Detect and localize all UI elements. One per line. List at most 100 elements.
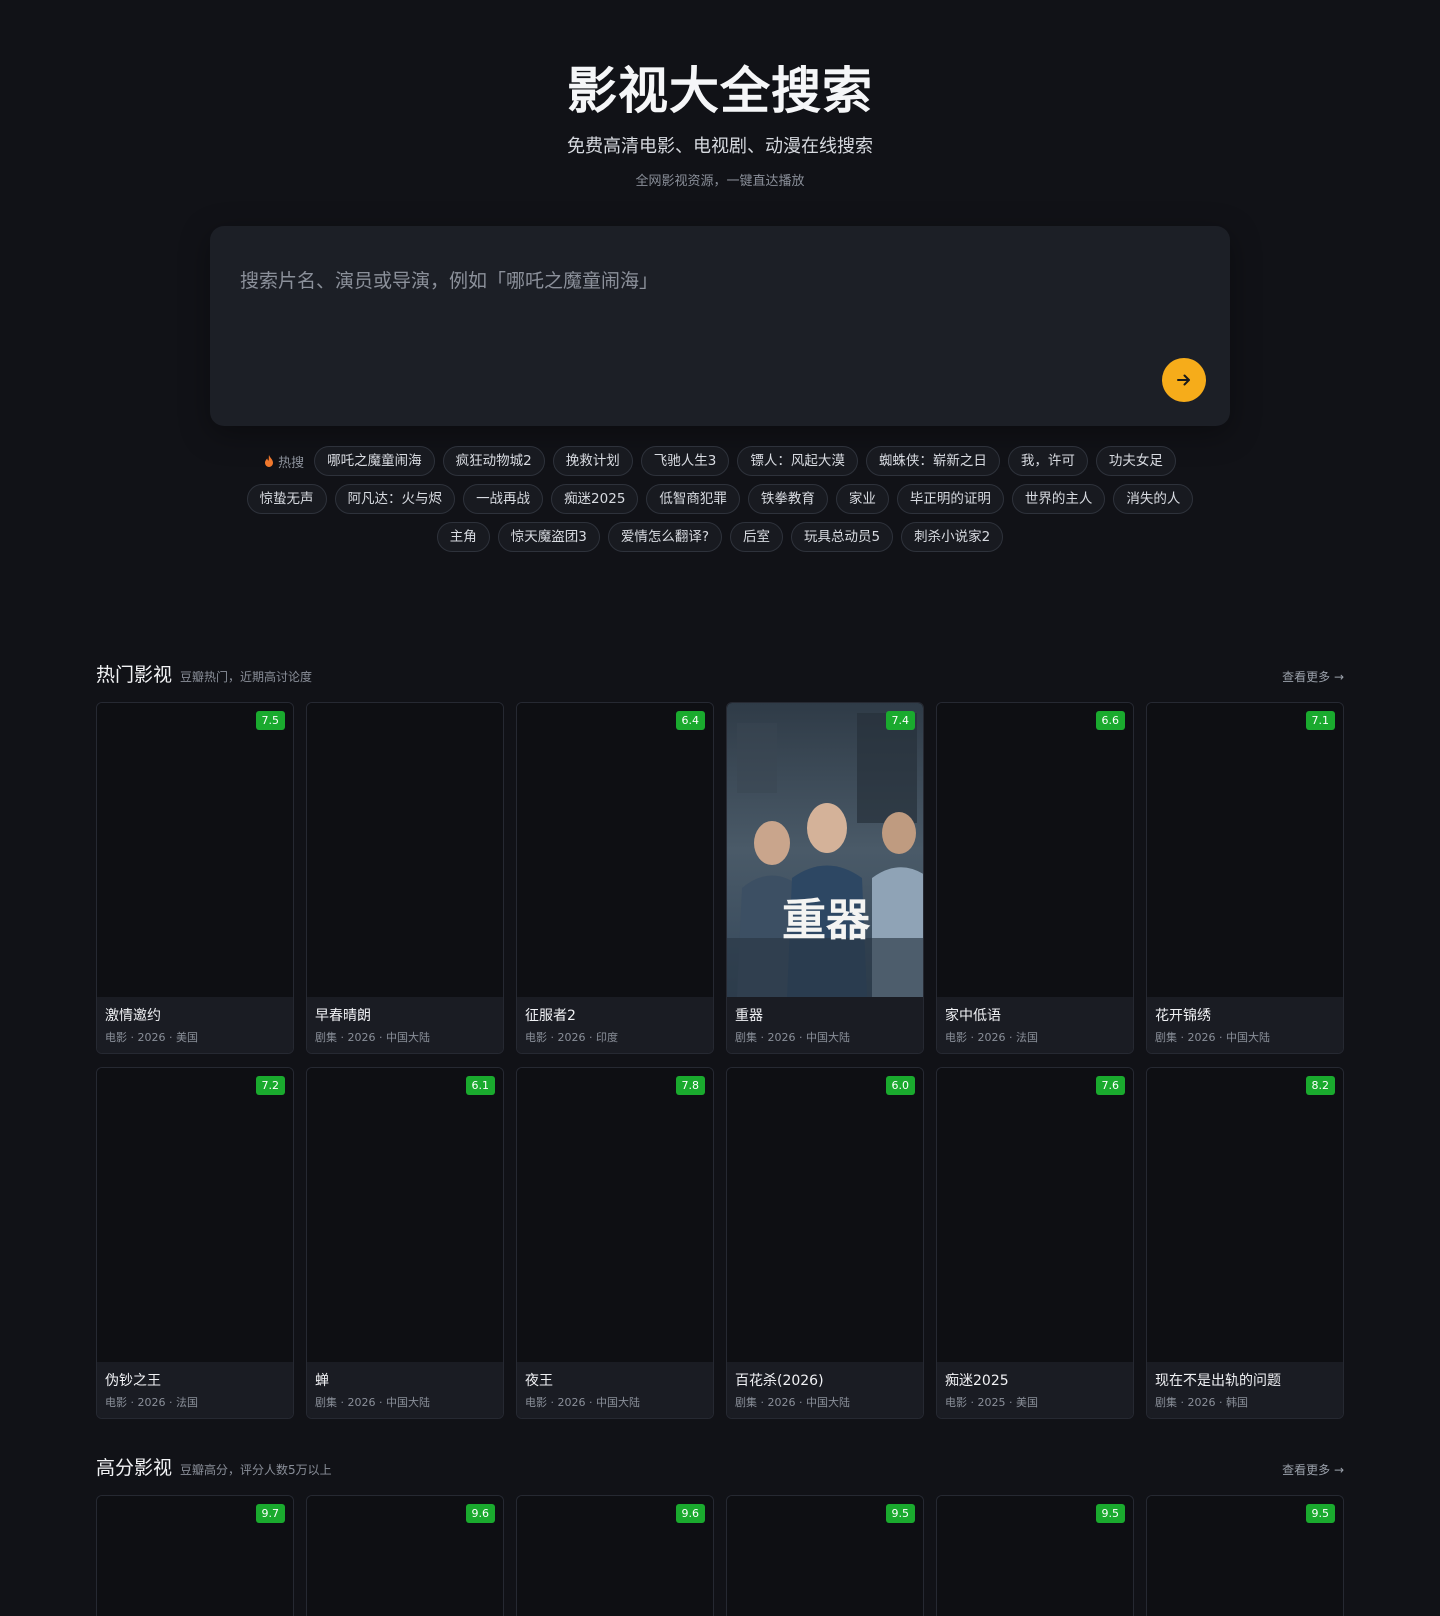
hot-tag[interactable]: 功夫女足 [1095,446,1176,476]
movie-card[interactable]: 7.1 花开锦绣 剧集 · 2026 · 中国大陆 [1146,702,1344,1054]
poster: 6.6 [937,703,1133,997]
hot-tag[interactable]: 世界的主人 [1011,484,1106,514]
poster: 9.5 [727,1496,923,1616]
movie-card[interactable]: 9.6 [306,1495,504,1616]
hero: 影视大全搜索 免费高清电影、电视剧、动漫在线搜索 全网影视资源，一键直达播放 [0,0,1440,189]
hot-tag[interactable]: 后室 [730,522,784,552]
score-badge: 6.6 [1095,711,1125,730]
view-more-link[interactable]: 查看更多 → [1282,1461,1344,1478]
hot-tag[interactable]: 爱情怎么翻译? [607,522,723,552]
movie-card[interactable]: 9.5 [726,1495,924,1616]
movie-card[interactable]: 8.2 现在不是出轨的问题 剧集 · 2026 · 韩国 [1146,1067,1344,1419]
card-meta: 电影 · 2026 · 法国 [945,1031,1038,1044]
toprated-grid: 9.7 9.6 9.6 9.5 9.5 9.5 [96,1495,1344,1616]
score-badge: 6.0 [885,1076,915,1095]
hot-tag[interactable]: 主角 [436,522,490,552]
movie-card[interactable]: 6.1 蝉剧集 · 2026 · 中国大陆 [306,1067,504,1419]
hot-tag[interactable]: 一战再战 [463,484,544,514]
card-title: 痴迷2025 [945,1373,1009,1389]
hot-tag[interactable]: 疯狂动物城2 [442,446,545,476]
card-title: 早春晴朗 [315,1008,371,1024]
card-info: 痴迷2025 电影 · 2025 · 美国 [937,1362,1133,1418]
movie-card[interactable]: 9.5 [936,1495,1134,1616]
hot-tag[interactable]: 铁拳教育 [747,484,828,514]
movie-card[interactable]: 7.5 激情邀约 电影 · 2026 · 美国 [96,702,294,1054]
hot-tag[interactable]: 飞驰人生3 [640,446,730,476]
movie-card[interactable]: 9.6 [516,1495,714,1616]
poster: 6.4 [517,703,713,997]
movie-card[interactable]: 7.2 伪钞之王 电影 · 2026 · 法国 [96,1067,294,1419]
poster: 6.1 [307,1068,503,1362]
movie-card[interactable]: 9.7 [96,1495,294,1616]
hot-tag[interactable]: 家业 [835,484,889,514]
hot-tag[interactable]: 挽救计划 [552,446,633,476]
card-info: 夜王 电影 · 2026 · 中国大陆 [517,1362,713,1418]
movie-card[interactable]: 重器 7.4 重器 剧集 · 2026 · 中国大陆 [726,702,924,1054]
score-badge: 7.2 [255,1076,285,1095]
card-meta: 剧集 · 2026 · 中国大陆 [1155,1031,1270,1044]
poster: 6.0 [727,1068,923,1362]
search-input[interactable] [238,260,1142,302]
hot-tag[interactable]: 我，许可 [1007,446,1088,476]
section-header: 热门影视 豆瓣热门，近期高讨论度 查看更多 → [96,660,1344,688]
card-info: 现在不是出轨的问题 剧集 · 2026 · 韩国 [1147,1362,1343,1418]
popular-section: 热门影视 豆瓣热门，近期高讨论度 查看更多 → 7.5 激情邀约 电影 · 2026… [96,660,1344,1419]
card-meta: 剧集 · 2026 · 中国大陆 [735,1396,850,1409]
section-desc: 豆瓣高分，评分人数5万以上 [180,1463,332,1477]
movie-card[interactable]: 早春晴朗 剧集 · 2026 · 中国大陆 [306,702,504,1054]
card-info: 家中低语 电影 · 2026 · 法国 [937,997,1133,1053]
score-badge: 7.4 [885,711,915,730]
poster: 7.5 [97,703,293,997]
score-badge: 9.6 [465,1504,495,1523]
score-badge: 9.7 [255,1504,285,1523]
search-box [210,226,1230,426]
movie-card[interactable]: 9.5 [1146,1495,1344,1616]
hot-tag[interactable]: 刺杀小说家2 [901,522,1004,552]
card-title: 伪钞之王 [105,1373,161,1389]
movie-card[interactable]: 7.8 夜王 电影 · 2026 · 中国大陆 [516,1067,714,1419]
hot-tag[interactable]: 蜘蛛侠：崭新之日 [865,446,1000,476]
card-title: 重器 [735,1008,763,1024]
card-info: 早春晴朗 剧集 · 2026 · 中国大陆 [307,997,503,1053]
score-badge: 6.4 [675,711,705,730]
card-title: 征服者2 [525,1008,576,1024]
score-badge: 6.1 [465,1076,495,1095]
hot-tag[interactable]: 消失的人 [1113,484,1194,514]
movie-card[interactable]: 6.4 征服者2 电影 · 2026 · 印度 [516,702,714,1054]
hot-tag[interactable]: 镖人：风起大漠 [737,446,858,476]
hot-tag[interactable]: 惊蛰无声 [246,484,327,514]
poster [307,703,503,997]
card-info: 蝉剧集 · 2026 · 中国大陆 [307,1362,503,1418]
card-info: 激情邀约 电影 · 2026 · 美国 [97,997,293,1053]
hot-tag[interactable]: 低智商犯罪 [646,484,740,514]
score-badge: 8.2 [1305,1076,1335,1095]
poster: 9.6 [307,1496,503,1616]
hot-label-text: 热搜 [278,455,305,471]
hot-tag[interactable]: 毕正明的证明 [896,484,1004,514]
page-subtitle: 免费高清电影、电视剧、动漫在线搜索 [567,136,873,157]
movie-card[interactable]: 7.6 痴迷2025 电影 · 2025 · 美国 [936,1067,1134,1419]
section-title: 高分影视 [96,1457,173,1479]
section-title: 热门影视 [96,664,173,686]
view-more-link[interactable]: 查看更多 → [1282,668,1344,685]
poster: 9.5 [1147,1496,1343,1616]
score-badge: 9.6 [675,1504,705,1523]
toprated-section: 高分影视 豆瓣高分，评分人数5万以上 查看更多 → 9.7 9.6 9.6 9.5 9.… [96,1453,1344,1616]
movie-card[interactable]: 6.6 家中低语 电影 · 2026 · 法国 [936,702,1134,1054]
card-meta: 电影 · 2026 · 美国 [105,1031,198,1044]
hot-tag[interactable]: 阿凡达：火与烬 [334,484,456,514]
card-title: 现在不是出轨的问题 [1155,1373,1281,1389]
card-meta: 剧集 · 2026 · 中国大陆 [315,1396,430,1409]
poster: 8.2 [1147,1068,1343,1362]
card-info: 百花杀(2026) 剧集 · 2026 · 中国大陆 [727,1362,923,1418]
hot-tag[interactable]: 惊天魔盗团3 [497,522,600,552]
hot-tag[interactable]: 玩具总动员5 [791,522,894,552]
movie-card[interactable]: 6.0 百花杀(2026) 剧集 · 2026 · 中国大陆 [726,1067,924,1419]
score-badge: 7.5 [255,711,285,730]
search-submit-button[interactable] [1162,358,1206,402]
score-badge: 9.5 [1305,1504,1335,1523]
hot-tag[interactable]: 哪吒之魔童闹海 [314,446,435,476]
hot-tag[interactable]: 痴迷2025 [551,484,639,514]
hot-search-tags: 热搜 哪吒之魔童闹海 疯狂动物城2 挽救计划 飞驰人生3 镖人：风起大漠 蜘蛛侠：崭新之日我… [228,446,1212,560]
poster: 9.5 [937,1496,1133,1616]
